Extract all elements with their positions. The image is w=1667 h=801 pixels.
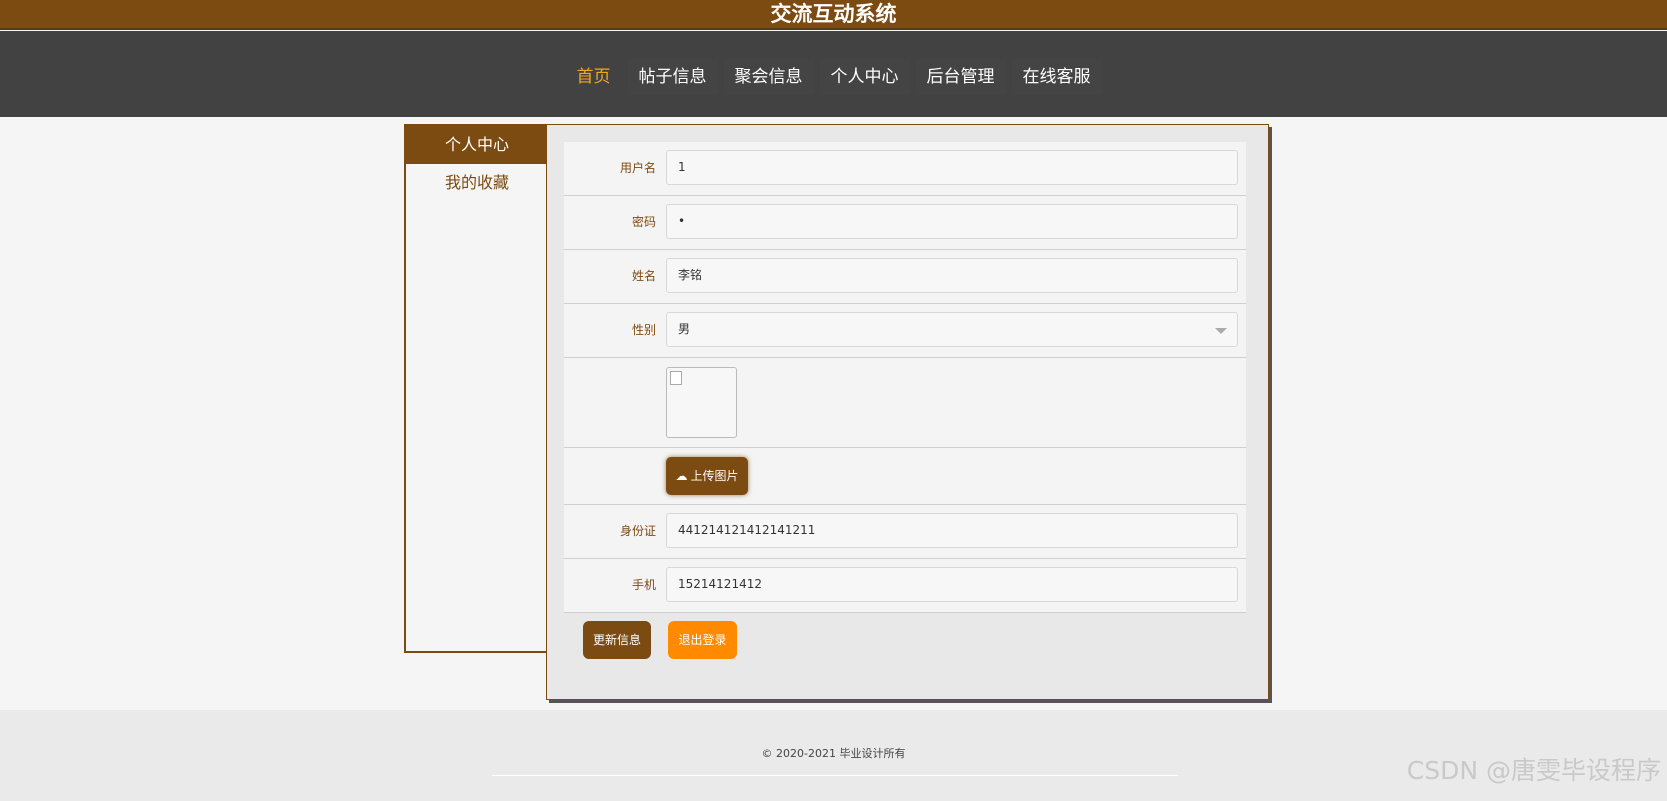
id-card-input[interactable]: 441214121412141211 <box>666 513 1238 548</box>
sidebar: 个人中心 我的收藏 <box>404 124 548 653</box>
username-label: 用户名 <box>619 161 656 175</box>
name-input[interactable]: 李铭 <box>666 258 1238 293</box>
name-label: 姓名 <box>631 269 656 283</box>
nav-item-support[interactable]: 在线客服 <box>1011 59 1102 95</box>
username-input[interactable]: 1 <box>666 150 1238 185</box>
main-nav: 首页 帖子信息 聚会信息 个人中心 后台管理 在线客服 <box>0 31 1667 117</box>
footer-divider <box>492 775 1178 776</box>
nav-item-posts[interactable]: 帖子信息 <box>627 59 718 95</box>
id-card-label: 身份证 <box>619 524 656 538</box>
nav-list: 首页 帖子信息 聚会信息 个人中心 后台管理 在线客服 <box>0 59 1667 95</box>
password-row: 密码 • <box>564 196 1246 250</box>
id-card-row: 身份证 441214121412141211 <box>564 505 1246 559</box>
update-info-button[interactable]: 更新信息 <box>583 621 651 659</box>
password-input[interactable]: • <box>666 204 1238 239</box>
profile-form: 用户名 1 密码 • 姓名 李铭 性别 男 ☁ 上传图片 身份证 4412141… <box>564 142 1246 613</box>
username-row: 用户名 1 <box>564 142 1246 196</box>
password-label: 密码 <box>631 215 656 229</box>
upload-image-button[interactable]: ☁ 上传图片 <box>666 457 748 495</box>
upload-button-label: 上传图片 <box>690 469 739 483</box>
avatar-image <box>666 367 737 438</box>
avatar-row <box>564 358 1246 448</box>
upload-row: ☁ 上传图片 <box>564 448 1246 505</box>
watermark-text: CSDN @唐雯毕设程序 <box>1406 756 1661 785</box>
chevron-down-icon <box>1215 328 1227 334</box>
gender-row: 性别 男 <box>564 304 1246 358</box>
phone-row: 手机 15214121412 <box>564 559 1246 613</box>
sidebar-item-profile[interactable]: 个人中心 <box>406 126 548 164</box>
profile-panel: 用户名 1 密码 • 姓名 李铭 性别 男 ☁ 上传图片 身份证 4412141… <box>546 124 1269 700</box>
top-banner: 交流互动系统 <box>0 0 1667 30</box>
nav-item-profile[interactable]: 个人中心 <box>819 59 910 95</box>
name-row: 姓名 李铭 <box>564 250 1246 304</box>
sidebar-item-favorites[interactable]: 我的收藏 <box>406 164 548 202</box>
site-title: 交流互动系统 <box>770 2 897 26</box>
gender-value: 男 <box>678 322 691 336</box>
cloud-upload-icon: ☁ <box>675 469 688 483</box>
broken-image-icon <box>670 371 682 385</box>
phone-input[interactable]: 15214121412 <box>666 567 1238 602</box>
nav-item-admin[interactable]: 后台管理 <box>915 59 1006 95</box>
gender-label: 性别 <box>631 323 656 337</box>
nav-item-gatherings[interactable]: 聚会信息 <box>723 59 814 95</box>
logout-button[interactable]: 退出登录 <box>668 621 737 659</box>
phone-label: 手机 <box>631 578 656 592</box>
nav-item-home[interactable]: 首页 <box>566 59 622 95</box>
gender-select[interactable]: 男 <box>666 312 1238 347</box>
